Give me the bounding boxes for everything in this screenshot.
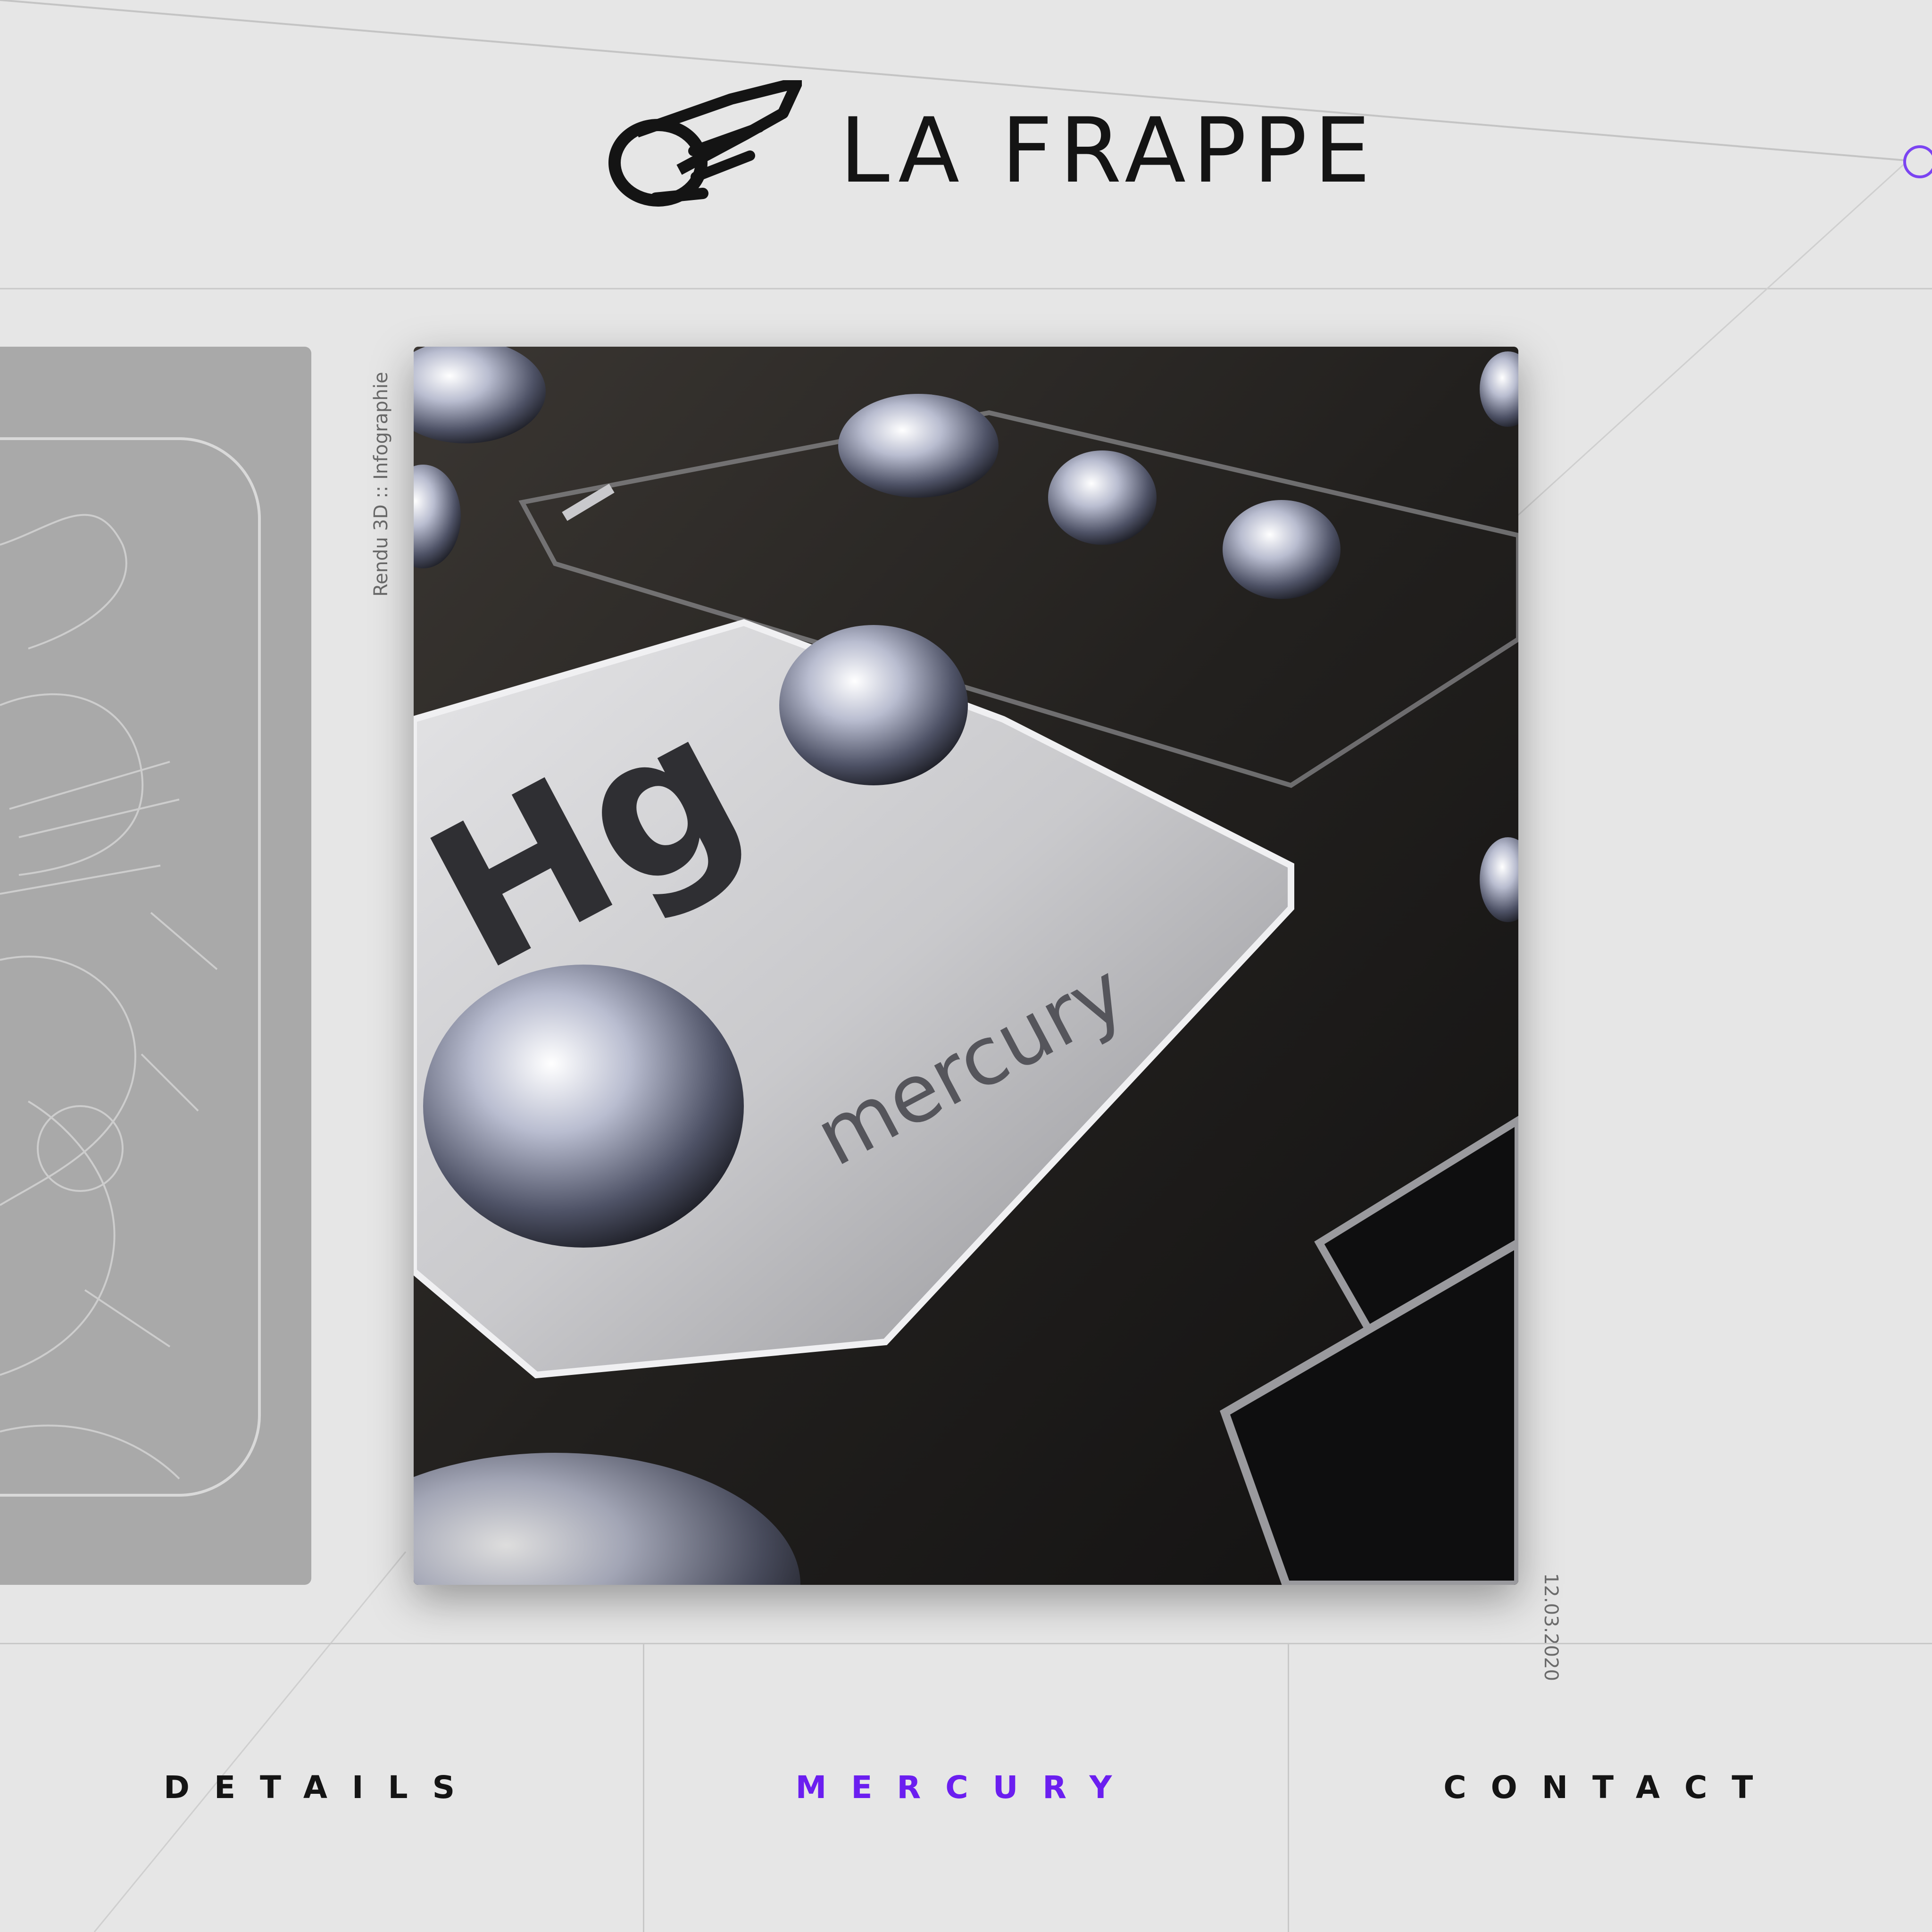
sketch-illustration	[0, 437, 261, 1497]
page: LA FRAPPE Rendu 3D :: Infographie Hg mer…	[0, 0, 1932, 1932]
nav-mercury-label: MERCURY	[795, 1769, 1137, 1806]
nav-details[interactable]: DETAILS	[0, 1644, 643, 1932]
nav-mercury[interactable]: MERCURY	[643, 1644, 1287, 1932]
nav-contact-label: CONTACT	[1443, 1769, 1778, 1806]
mercury-render: Hg mercury	[414, 347, 1518, 1585]
nav-details-label: DETAILS	[164, 1769, 480, 1806]
anchor-dot-icon	[1903, 145, 1932, 178]
bottom-nav: DETAILS MERCURY CONTACT	[0, 1643, 1932, 1932]
winged-ball-icon	[608, 80, 802, 207]
previous-artwork-card[interactable]	[0, 347, 311, 1585]
brand-logo[interactable]: LA FRAPPE	[604, 80, 1370, 217]
nav-contact[interactable]: CONTACT	[1287, 1644, 1932, 1932]
artwork-category: Rendu 3D :: Infographie	[370, 372, 392, 597]
artwork-image[interactable]: Hg mercury	[414, 347, 1518, 1585]
brand-name: LA FRAPPE	[840, 99, 1377, 203]
